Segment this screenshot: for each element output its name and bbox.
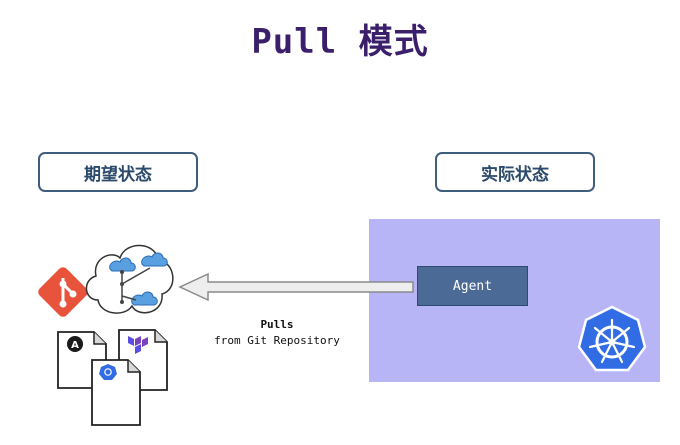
agent-label: Agent [452, 278, 493, 294]
pull-label-line1: Pulls [260, 318, 294, 331]
agent-box: Agent [417, 266, 528, 306]
svg-text:A: A [71, 340, 79, 351]
pull-arrow [178, 272, 414, 302]
kubernetes-file-icon [91, 359, 141, 426]
kubernetes-logo-icon [577, 305, 647, 372]
pull-label-line2: from Git Repository [214, 334, 340, 347]
diagram-graphics: A [38, 244, 647, 426]
config-cloud-icon [85, 244, 174, 314]
pull-arrow-label: Pulls from Git Repository [192, 317, 362, 349]
git-logo-icon [38, 267, 88, 317]
